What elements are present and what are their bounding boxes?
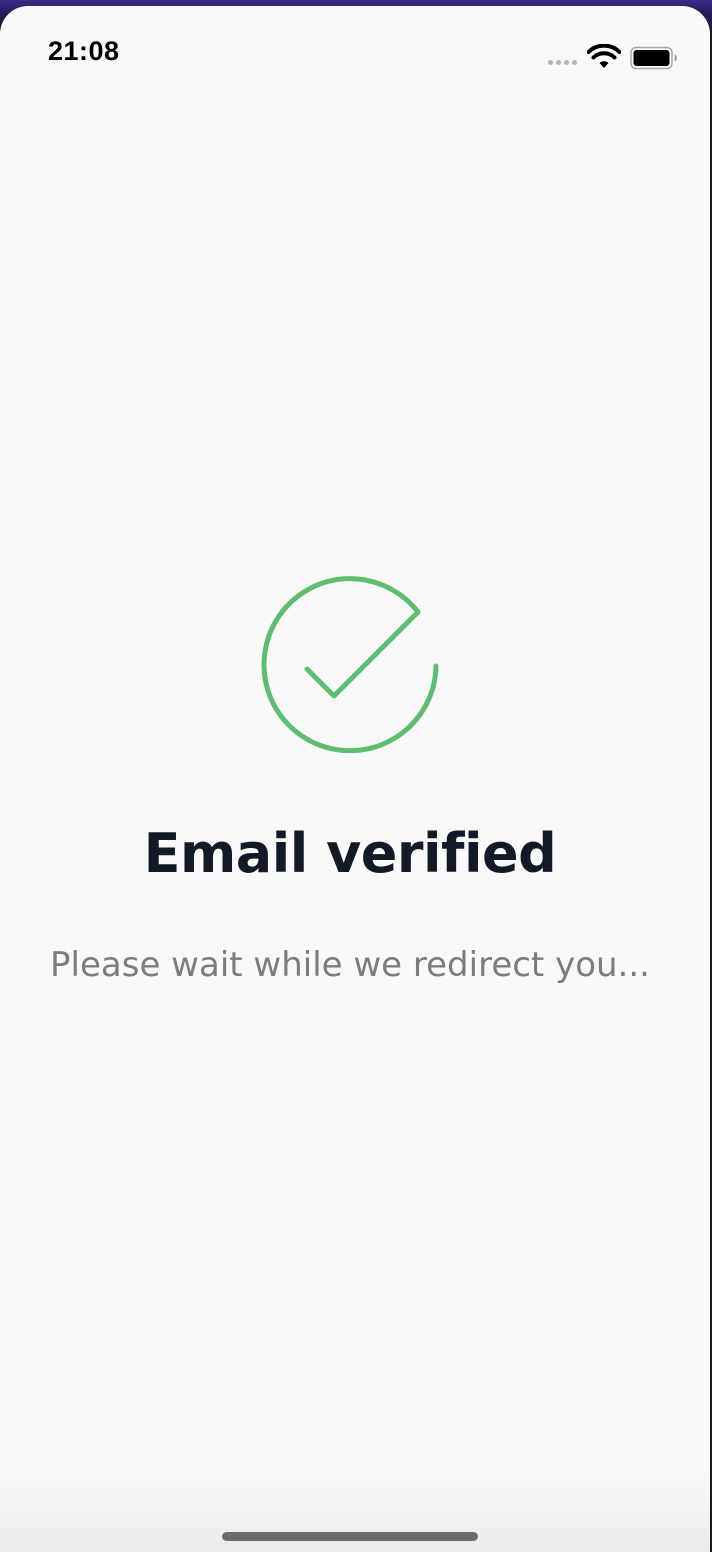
battery-icon	[630, 46, 677, 70]
status-bar: 21:08	[0, 6, 710, 98]
phone-screen: 21:08 Email verified Please wait while w…	[0, 6, 710, 1552]
status-time: 21:08	[48, 36, 120, 66]
verification-panel: Email verified Please wait while we redi…	[0, 572, 700, 985]
check-circle-icon	[250, 572, 450, 762]
page-title: Email verified	[143, 822, 557, 885]
redirect-message: Please wait while we redirect you...	[50, 945, 650, 985]
wifi-icon	[587, 44, 621, 68]
home-indicator[interactable]	[222, 1532, 478, 1541]
signal-icon	[548, 60, 577, 65]
